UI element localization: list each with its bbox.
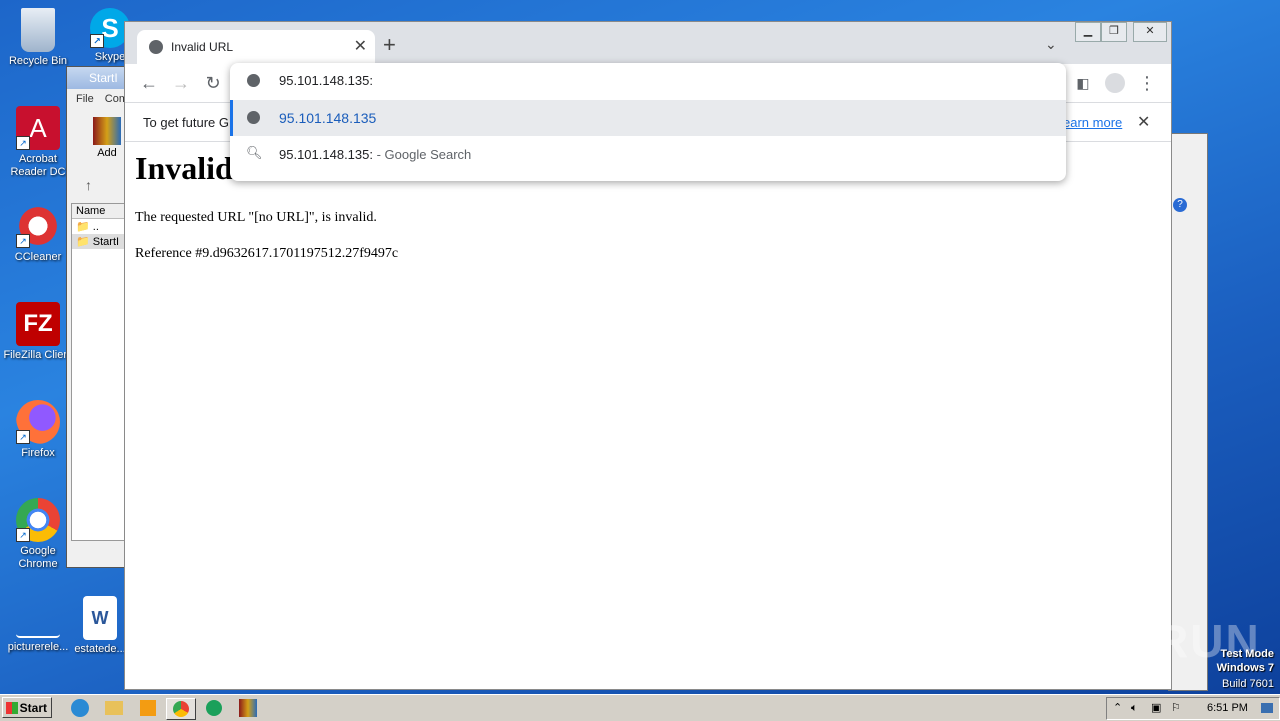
profile-button[interactable] — [1103, 72, 1127, 94]
desktop-icon-chrome[interactable]: ↗ Google Chrome — [0, 498, 76, 571]
desktop-icon-recycle-bin[interactable]: Recycle Bin — [0, 8, 76, 68]
taskbar-ie-icon[interactable] — [66, 698, 94, 718]
up-arrow-icon[interactable]: ↑ — [85, 177, 92, 193]
desktop-icon-filezilla[interactable]: FZ FileZilla Client — [0, 302, 76, 362]
taskbar: Start ⌃ 🔈︎ ▣ ⚐ 6:51 PM — [0, 694, 1280, 721]
column-header-name[interactable]: Name — [72, 204, 128, 219]
desktop-icon-label: estatede... — [74, 643, 126, 655]
file-list: Name 📁 .. 📁 StartI — [71, 203, 129, 541]
shortcut-arrow-icon: ↗ — [90, 34, 104, 48]
list-item[interactable]: 📁 StartI — [72, 234, 128, 249]
watermark-test-mode: Test Mode — [1220, 648, 1274, 660]
minimize-button[interactable]: ▁ — [1075, 22, 1101, 42]
shortcut-arrow-icon: ↗ — [16, 136, 30, 150]
reload-button[interactable]: ↻ — [201, 72, 225, 94]
back-button[interactable]: ← — [137, 72, 161, 94]
infobar-text: To get future G — [143, 115, 229, 130]
firefox-icon: ↗ — [16, 400, 60, 444]
close-infobar-icon[interactable]: ✕ — [1137, 112, 1150, 132]
desktop-icon-label: Skype — [94, 51, 126, 63]
avatar — [1105, 73, 1125, 93]
page-heading: Invalid — [135, 150, 233, 186]
omnibox-input[interactable]: 95.101.148.135: — [279, 73, 373, 88]
start-label: Start — [19, 701, 47, 715]
winrar-add-icon — [93, 117, 121, 145]
show-desktop-icon[interactable] — [1261, 703, 1273, 713]
clock[interactable]: 6:51 PM — [1207, 698, 1248, 719]
suggestion-text: 95.101.148.135 — [279, 110, 377, 126]
taskbar-winrar-icon[interactable] — [234, 698, 262, 718]
learn-more-link[interactable]: earn more — [1063, 115, 1122, 130]
new-tab-button[interactable]: + — [383, 32, 396, 58]
menu-file[interactable]: File — [76, 93, 94, 105]
background-window-right: ? — [1168, 133, 1208, 691]
side-panel-icon[interactable]: ◧ — [1071, 72, 1095, 94]
chrome-icon: ↗ — [16, 498, 60, 542]
suggestion-text: 95.101.148.135: - Google Search — [279, 147, 472, 162]
reference-id: Reference #9.d9632617.1701197512.27f9497… — [135, 246, 399, 261]
list-item[interactable]: 📁 .. — [72, 219, 128, 234]
close-window-button[interactable]: ✕ — [1133, 22, 1167, 42]
shortcut-arrow-icon: ↗ — [16, 430, 30, 444]
watermark-os: Windows 7 — [1216, 662, 1274, 674]
desktop-icon-label: FileZilla Client — [3, 349, 73, 361]
tab-strip: Invalid URL ✕ + ⌄ ▁ ❐ ✕ — [125, 22, 1171, 64]
desktop-icon-ccleaner[interactable]: ↗ CCleaner — [0, 204, 76, 264]
omnibox-input-row[interactable]: 95.101.148.135: — [230, 63, 1066, 99]
network-icon[interactable]: ▣ — [1151, 698, 1161, 719]
add-label: Add — [97, 147, 117, 159]
taskbar-edge-icon[interactable] — [200, 698, 228, 718]
filezilla-icon: FZ — [16, 302, 60, 346]
search-icon: 🔍︎ — [246, 145, 263, 160]
globe-icon — [247, 111, 260, 124]
globe-icon — [247, 74, 260, 87]
desktop-icon-label: picturerele... — [7, 641, 69, 653]
system-tray: ⌃ 🔈︎ ▣ ⚐ 6:51 PM — [1106, 697, 1280, 720]
error-message: The requested URL "[no URL]", is invalid… — [135, 210, 377, 225]
desktop-icon-acrobat[interactable]: A ↗ Acrobat Reader DC — [0, 106, 76, 179]
suggestion-search[interactable]: 🔍︎ 95.101.148.135: - Google Search — [230, 137, 1066, 173]
taskbar-media-player-icon[interactable] — [134, 698, 162, 718]
file-icon — [16, 596, 60, 638]
acrobat-reader-icon: A ↗ — [16, 106, 60, 150]
forward-button[interactable]: → — [169, 72, 193, 94]
tab-title: Invalid URL — [171, 40, 234, 54]
desktop-icon-label: Acrobat Reader DC — [10, 153, 66, 178]
taskbar-chrome-icon[interactable] — [166, 698, 196, 720]
start-button[interactable]: Start — [2, 697, 52, 718]
desktop-icon-label: Firefox — [21, 447, 55, 459]
desktop-icon-label: CCleaner — [14, 251, 62, 263]
taskbar-explorer-icon[interactable] — [100, 698, 128, 718]
menu-kebab-icon[interactable]: ⋮ — [1135, 72, 1159, 94]
word-document-icon: W — [83, 596, 117, 640]
globe-icon — [149, 40, 163, 54]
shortcut-arrow-icon: ↗ — [16, 234, 30, 248]
restore-button[interactable]: ❐ — [1101, 22, 1127, 42]
action-center-flag-icon[interactable]: ⚐ — [1171, 698, 1181, 719]
watermark-build: Build 7601 — [1222, 678, 1274, 690]
volume-icon[interactable]: 🔈︎ — [1131, 698, 1138, 719]
suggestion-url[interactable]: 95.101.148.135 — [230, 100, 1066, 136]
ccleaner-icon: ↗ — [16, 204, 60, 248]
omnibox-dropdown: 95.101.148.135: 95.101.148.135 🔍︎ 95.101… — [230, 63, 1066, 181]
close-tab-icon[interactable]: ✕ — [354, 36, 367, 56]
recycle-bin-icon — [21, 8, 55, 52]
add-button[interactable]: Add — [89, 117, 125, 167]
desktop-icon-firefox[interactable]: ↗ Firefox — [0, 400, 76, 460]
chevron-down-icon[interactable]: ⌄ — [1045, 36, 1057, 53]
shortcut-arrow-icon: ↗ — [16, 528, 30, 542]
desktop-icon-label: Recycle Bin — [8, 55, 68, 67]
help-icon[interactable]: ? — [1173, 198, 1187, 212]
windows-logo-icon — [6, 702, 18, 714]
tray-expand-icon[interactable]: ⌃ — [1113, 698, 1122, 719]
tab-invalid-url[interactable]: Invalid URL ✕ — [137, 30, 375, 64]
desktop-icon-label: Google Chrome — [18, 545, 58, 570]
